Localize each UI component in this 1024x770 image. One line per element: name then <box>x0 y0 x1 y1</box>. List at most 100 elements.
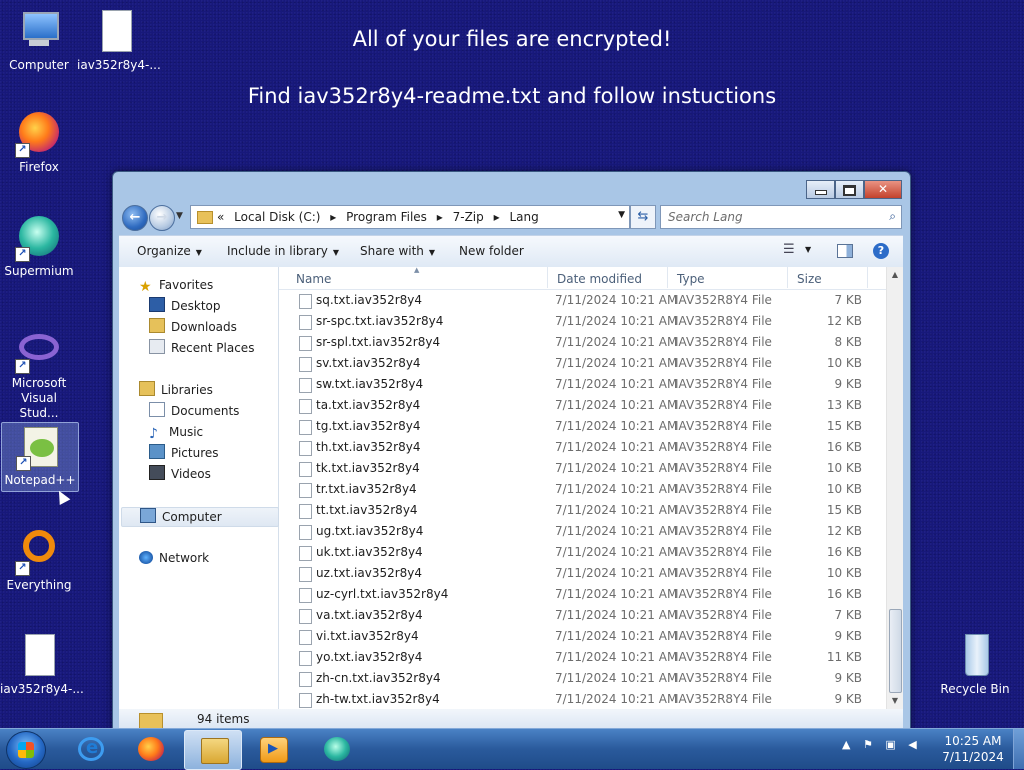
address-dropdown-icon[interactable]: ▼ <box>618 210 625 220</box>
start-button[interactable] <box>6 731 46 769</box>
file-name: sr-spl.txt.iav352r8y4 <box>316 335 441 349</box>
scroll-up-icon[interactable]: ▲ <box>887 267 903 283</box>
table-row[interactable]: sw.txt.iav352r8y4 7/11/2024 10:21 AM IAV35… <box>279 374 887 395</box>
table-row[interactable]: sr-spl.txt.iav352r8y4 7/11/2024 10:21 AM I… <box>279 332 887 353</box>
desktop-icon-notepadpp[interactable]: ↗ Notepad++ <box>1 422 79 492</box>
back-button[interactable]: ← <box>122 205 148 231</box>
table-row[interactable]: vi.txt.iav352r8y4 7/11/2024 10:21 AM IAV35… <box>279 626 887 647</box>
action-center-flag-icon[interactable]: ⚑ <box>863 738 873 751</box>
table-row[interactable]: uz.txt.iav352r8y4 7/11/2024 10:21 AM IAV35… <box>279 563 887 584</box>
table-row[interactable]: tk.txt.iav352r8y4 7/11/2024 10:21 AM IAV35… <box>279 458 887 479</box>
taskbar-supermium[interactable] <box>308 730 364 768</box>
column-divider[interactable] <box>547 267 548 288</box>
view-options-dropdown[interactable]: ▼ <box>805 245 811 254</box>
column-type[interactable]: Type <box>677 272 705 286</box>
column-divider[interactable] <box>867 267 868 288</box>
nav-libraries[interactable]: Libraries <box>119 381 213 399</box>
desktop-icon-computer[interactable]: Computer <box>0 8 78 73</box>
nav-desktop[interactable]: Desktop <box>119 297 221 315</box>
table-row[interactable]: tr.txt.iav352r8y4 7/11/2024 10:21 AM IAV35… <box>279 479 887 500</box>
include-in-library-menu[interactable]: Include in library ▼ <box>227 244 339 258</box>
table-row[interactable]: tt.txt.iav352r8y4 7/11/2024 10:21 AM IAV35… <box>279 500 887 521</box>
nav-music[interactable]: Music <box>119 423 203 441</box>
breadcrumb-7zip[interactable]: 7-Zip <box>453 210 484 224</box>
file-size: 16 KB <box>826 440 862 454</box>
desktop-icon-visual-studio[interactable]: ↗ Microsoft Visual Stud... <box>0 326 78 421</box>
search-icon[interactable]: ⌕ <box>889 209 896 224</box>
breadcrumb-local-disk[interactable]: Local Disk (C:) <box>234 210 320 224</box>
table-row[interactable]: th.txt.iav352r8y4 7/11/2024 10:21 AM IAV35… <box>279 437 887 458</box>
share-with-menu[interactable]: Share with ▼ <box>360 244 435 258</box>
recent-pages-dropdown[interactable]: ▼ <box>176 211 183 221</box>
table-row[interactable]: zh-cn.txt.iav352r8y4 7/11/2024 10:21 AM IA… <box>279 668 887 689</box>
table-row[interactable]: sq.txt.iav352r8y4 7/11/2024 10:21 AM IAV35… <box>279 290 887 311</box>
table-row[interactable]: sv.txt.iav352r8y4 7/11/2024 10:21 AM IAV35… <box>279 353 887 374</box>
column-size[interactable]: Size <box>797 272 822 286</box>
nav-downloads[interactable]: Downloads <box>119 318 237 336</box>
preview-pane-icon[interactable] <box>837 244 853 258</box>
nav-network[interactable]: Network <box>119 549 209 567</box>
refresh-button[interactable]: ⇆ <box>630 205 656 229</box>
nav-recent-places[interactable]: Recent Places <box>119 339 254 357</box>
table-row[interactable]: zh-tw.txt.iav352r8y4 7/11/2024 10:21 AM IA… <box>279 689 887 709</box>
scroll-down-icon[interactable]: ▼ <box>887 693 903 709</box>
close-button[interactable] <box>864 180 902 199</box>
scrollbar-thumb[interactable] <box>889 609 902 693</box>
table-row[interactable]: tg.txt.iav352r8y4 7/11/2024 10:21 AM IAV35… <box>279 416 887 437</box>
table-row[interactable]: ta.txt.iav352r8y4 7/11/2024 10:21 AM IAV35… <box>279 395 887 416</box>
file-icon <box>299 588 312 603</box>
taskbar-media-player[interactable] <box>244 730 300 768</box>
table-row[interactable]: ug.txt.iav352r8y4 7/11/2024 10:21 AM IAV35… <box>279 521 887 542</box>
taskbar-firefox[interactable] <box>122 730 178 768</box>
column-divider[interactable] <box>787 267 788 288</box>
help-icon[interactable]: ? <box>873 243 889 259</box>
column-divider[interactable] <box>667 267 668 288</box>
forward-button[interactable]: → <box>149 205 175 231</box>
desktop-icon-readme-top[interactable]: iav352r8y4-... <box>77 8 161 73</box>
clock-time: 10:25 AM <box>944 734 1002 748</box>
network-tray-icon[interactable]: ▣ <box>885 738 895 751</box>
breadcrumb-separator[interactable]: ▸ <box>330 210 336 224</box>
table-row[interactable]: yo.txt.iav352r8y4 7/11/2024 10:21 AM IAV35… <box>279 647 887 668</box>
breadcrumb-program-files[interactable]: Program Files <box>346 210 427 224</box>
file-type: IAV352R8Y4 File <box>675 608 772 622</box>
table-row[interactable]: uz-cyrl.txt.iav352r8y4 7/11/2024 10:21 AM… <box>279 584 887 605</box>
show-desktop-button[interactable] <box>1013 729 1024 769</box>
nav-favorites[interactable]: Favorites <box>119 276 213 294</box>
nav-pictures[interactable]: Pictures <box>119 444 219 462</box>
taskbar-file-explorer[interactable] <box>184 730 242 770</box>
file-type: IAV352R8Y4 File <box>675 587 772 601</box>
show-hidden-icons-icon[interactable]: ▲ <box>842 738 850 751</box>
desktop-icon-supermium[interactable]: ↗ Supermium <box>0 214 78 279</box>
file-icon <box>299 609 312 624</box>
desktop-icon-firefox[interactable]: ↗ Firefox <box>0 110 78 175</box>
table-row[interactable]: sr-spc.txt.iav352r8y4 7/11/2024 10:21 AM I… <box>279 311 887 332</box>
address-bar[interactable]: « Local Disk (C:) ▸ Program Files ▸ 7-Zi… <box>190 205 630 229</box>
vertical-scrollbar[interactable]: ▲ ▼ <box>886 267 903 709</box>
everything-icon: ↗ <box>15 528 63 576</box>
nav-computer[interactable]: Computer <box>121 507 279 527</box>
breadcrumb-lang[interactable]: Lang <box>509 210 538 224</box>
organize-menu[interactable]: Organize ▼ <box>137 244 202 258</box>
minimize-button[interactable] <box>806 180 835 199</box>
breadcrumb-separator[interactable]: ▸ <box>494 210 500 224</box>
new-folder-button[interactable]: New folder <box>459 244 524 258</box>
breadcrumb-overflow[interactable]: « <box>217 210 224 224</box>
taskbar-clock[interactable]: 10:25 AM 7/11/2024 <box>938 733 1008 765</box>
change-view-icon[interactable] <box>783 242 801 259</box>
search-input[interactable]: Search Lang ⌕ <box>660 205 902 229</box>
nav-videos[interactable]: Videos <box>119 465 211 483</box>
taskbar-internet-explorer[interactable] <box>62 730 118 768</box>
desktop-icon-recycle-bin[interactable]: Recycle Bin <box>936 632 1014 697</box>
table-row[interactable]: va.txt.iav352r8y4 7/11/2024 10:21 AM IAV35… <box>279 605 887 626</box>
column-date-modified[interactable]: Date modified <box>557 272 642 286</box>
table-row[interactable]: uk.txt.iav352r8y4 7/11/2024 10:21 AM IAV35… <box>279 542 887 563</box>
explorer-content: Favorites Desktop Downloads Recent Place… <box>119 267 903 709</box>
desktop-icon-readme-bottom[interactable]: iav352r8y4-... <box>0 632 84 697</box>
column-name[interactable]: Name <box>296 272 331 286</box>
desktop-icon-everything[interactable]: ↗ Everything <box>0 528 78 593</box>
breadcrumb-separator[interactable]: ▸ <box>437 210 443 224</box>
volume-muted-icon[interactable]: ◀ <box>908 738 916 751</box>
maximize-button[interactable] <box>835 180 864 199</box>
nav-documents[interactable]: Documents <box>119 402 239 420</box>
